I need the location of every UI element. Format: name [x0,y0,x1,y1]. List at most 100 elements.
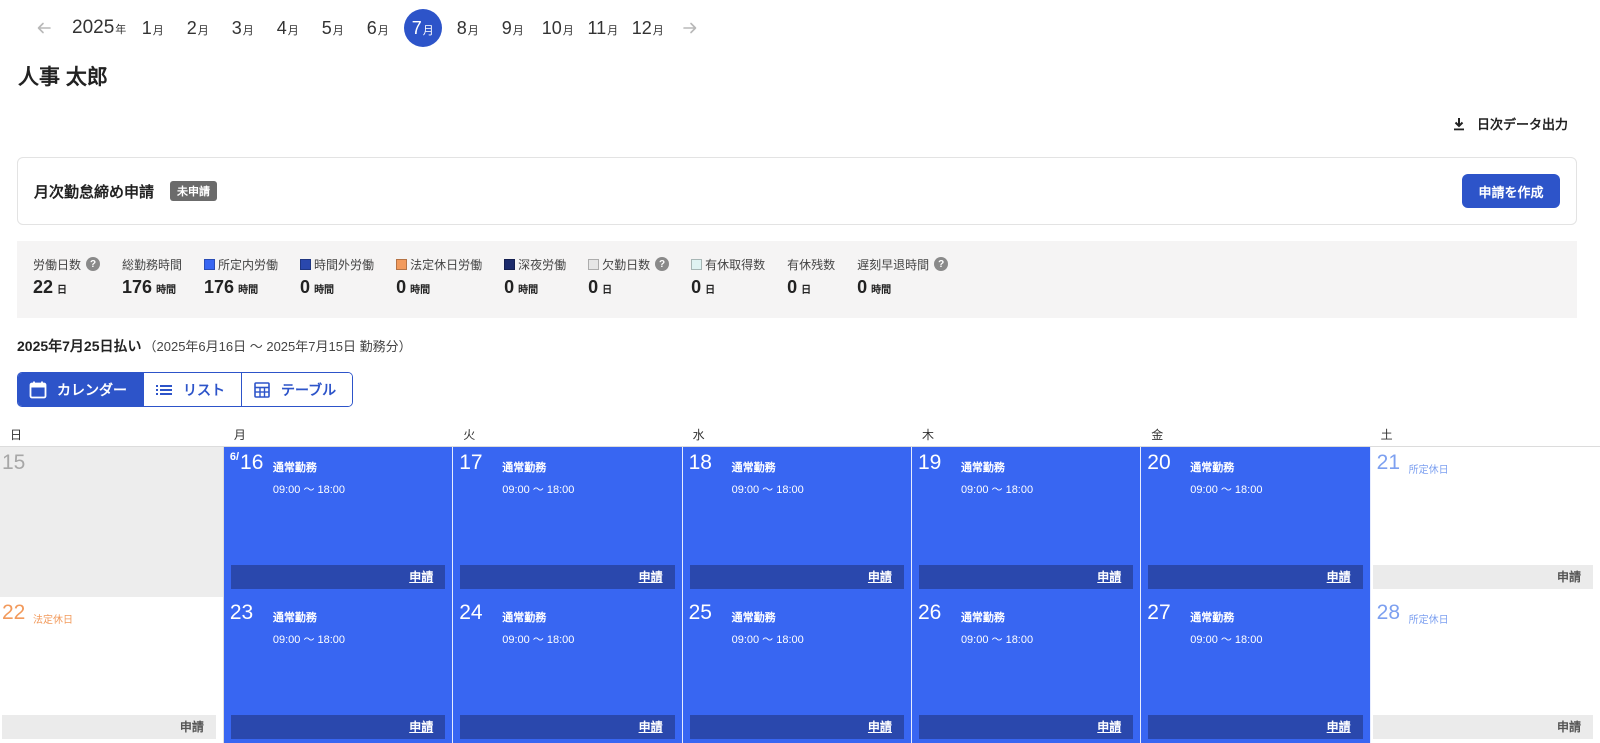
month-7[interactable]: 7月 [403,9,442,47]
stat-value: 22 [33,277,54,297]
month-2[interactable]: 2月 [179,9,217,47]
next-month-arrow-icon[interactable] [680,18,700,38]
stat-value-row: 0 時間 [396,277,482,298]
calendar-day-cell[interactable]: 27 通常勤務 09:00 ～ 18:00 申請 [1141,597,1371,743]
month-number: 9 [501,17,512,38]
apply-button[interactable]: 申請 [689,565,904,589]
day-value: 17 [459,451,483,474]
stat-label: 遅刻早退時間 [857,257,930,272]
year-label[interactable]: 2025年 [72,17,126,39]
calendar-day-cell[interactable]: 6/16 通常勤務 09:00 ～ 18:00 申請 [223,447,454,597]
apply-button[interactable]: 申請 [460,715,675,739]
help-icon[interactable]: ? [655,257,670,271]
stat-label: 時間外労働 [314,257,375,272]
month-unit: 月 [512,25,524,37]
work-type-label: 通常勤務 [502,612,547,624]
stat-item: 法定休日労働 0 時間 [396,256,482,318]
stat-label-row: 欠勤日数? [588,256,670,272]
work-type-label: 通常勤務 [960,612,1005,624]
stat-label: 労働日数 [33,257,82,272]
calendar-day-cell[interactable]: 23 通常勤務 09:00 ～ 18:00 申請 [223,597,454,743]
stat-label: 有休残数 [787,257,836,272]
employee-name: 人事 太郎 [18,66,108,89]
apply-button[interactable]: 申請 [460,565,675,589]
calendar-day-cell[interactable]: 19 通常勤務 09:00 ～ 18:00 申請 [911,447,1142,597]
calendar-day-cell[interactable]: 28 所定休日 申請 [1370,597,1600,743]
stat-label: 有休取得数 [705,257,766,272]
weekday-label: 金 [1151,428,1164,442]
calendar-day-cell[interactable]: 22 法定休日 申請 [0,597,224,743]
apply-button[interactable]: 申請 [689,715,904,739]
stat-item: 有休取得数 0 日 [691,256,765,318]
work-type-label: 通常勤務 [272,612,317,624]
day-number: 6/16 [230,451,264,475]
table-view-button[interactable]: テーブル [241,373,353,406]
help-icon[interactable]: ? [934,257,949,271]
day-number: 18 [689,451,712,475]
month-8[interactable]: 8月 [449,9,487,47]
apply-button[interactable]: 申請 [230,565,446,589]
create-request-button[interactable]: 申請を作成 [1462,174,1560,208]
status-badge: 未申請 [170,181,218,201]
calendar-day-cell[interactable]: 17 通常勤務 09:00 ～ 18:00 申請 [453,447,683,597]
day-value: 22 [2,601,26,624]
month-number: 12 [631,17,652,38]
day-number: 26 [918,601,941,625]
month-5[interactable]: 5月 [314,9,352,47]
calendar-view-button[interactable]: カレンダー [18,373,143,406]
apply-button[interactable]: 申請 [1372,715,1594,739]
list-view-button[interactable]: リスト [143,373,241,406]
stat-value: 0 [691,277,702,297]
calendar-icon [29,381,47,398]
work-time: 09:00 ～ 18:00 [731,484,804,496]
stat-value: 0 [396,277,407,297]
prev-month-arrow-icon[interactable] [34,18,54,38]
stat-value: 0 [588,277,599,297]
day-number: 21 [1377,451,1400,475]
stat-unit: 時間 [410,285,431,296]
legend-swatch [691,258,703,270]
calendar-day-cell[interactable]: 24 通常勤務 09:00 ～ 18:00 申請 [453,597,683,743]
day-number: 15 [2,451,25,475]
stat-value-row: 0日 [588,277,669,298]
daily-data-export-button[interactable]: 日次データ出力 [1451,114,1568,133]
stat-label-row: 労働日数? [33,256,101,272]
apply-button[interactable]: 申請 [2,715,216,739]
calendar-day-cell[interactable]: 18 通常勤務 09:00 ～ 18:00 申請 [682,447,912,597]
month-unit: 月 [607,25,619,37]
month-12[interactable]: 12 月 [629,9,667,47]
month-11[interactable]: 11 月 [584,9,622,47]
calendar-day-cell[interactable]: 20 通常勤務 09:00 ～ 18:00 申請 [1141,447,1371,597]
day-number: 25 [689,601,712,625]
month-6[interactable]: 6月 [359,9,397,47]
calendar-view-label: カレンダー [57,381,127,398]
weekday-label: 土 [1380,428,1393,442]
stat-unit: 日 [801,285,812,296]
apply-button[interactable]: 申請 [918,715,1134,739]
day-number: 23 [230,601,253,625]
month-4[interactable]: 4月 [269,9,307,47]
month-prefix: 6/ [229,451,240,463]
month-3[interactable]: 3月 [224,9,262,47]
help-icon[interactable]: ? [86,257,101,271]
month-unit: 月 [467,25,479,37]
month-unit: 月 [197,25,209,37]
legend-swatch [396,258,408,270]
list-icon [156,384,172,395]
calendar-day-cell[interactable]: 21 所定休日 申請 [1370,447,1600,597]
work-type-label: 通常勤務 [731,612,776,624]
apply-button[interactable]: 申請 [918,565,1134,589]
month-unit: 月 [377,25,389,37]
month-9[interactable]: 9月 [494,9,532,47]
weekday-label: 火 [463,428,476,442]
month-1[interactable]: 1月 [134,9,172,47]
apply-button[interactable]: 申請 [1148,565,1363,589]
apply-button[interactable]: 申請 [1148,715,1363,739]
calendar-day-cell[interactable]: 15 [0,447,224,597]
view-toggle: カレンダー リスト テーブル [17,372,354,407]
apply-button[interactable]: 申請 [1372,565,1594,589]
apply-button[interactable]: 申請 [230,715,446,739]
calendar-day-cell[interactable]: 26 通常勤務 09:00 ～ 18:00 申請 [911,597,1142,743]
month-10[interactable]: 10 月 [539,9,577,47]
calendar-day-cell[interactable]: 25 通常勤務 09:00 ～ 18:00 申請 [682,597,912,743]
